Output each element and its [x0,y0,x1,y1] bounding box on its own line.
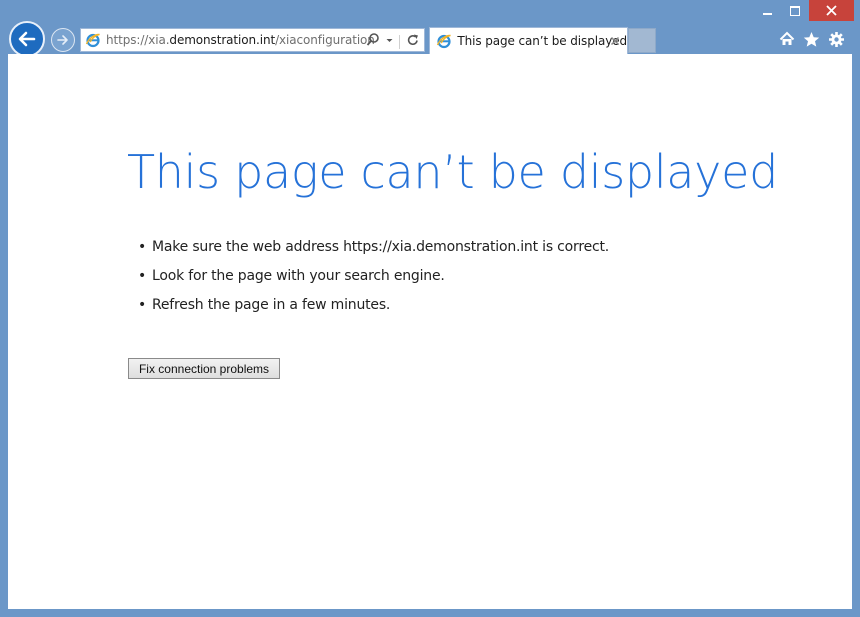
forward-arrow-icon [57,35,68,45]
home-icon[interactable] [777,29,797,49]
address-bar-tools [366,32,420,52]
url-path: /xiaconfiguration [275,33,375,47]
list-item: • Make sure the web address https://xia.d… [138,237,610,266]
close-window-icon [826,5,837,16]
browser-window: https://xia.demonstration.int/xiaconfigu… [0,0,860,617]
bullet: • [138,297,147,313]
internet-explorer-icon [82,29,104,51]
gear-icon[interactable] [826,29,846,49]
refresh-icon[interactable] [406,32,420,52]
internet-explorer-icon [433,30,454,52]
bullet: • [138,239,147,255]
chevron-down-icon[interactable] [386,32,393,52]
tip-text: Refresh the page in a few minutes. [152,297,391,313]
search-icon[interactable] [366,32,380,52]
list-item: • Look for the page with your search engi… [138,266,609,295]
address-bar[interactable]: https://xia.demonstration.int/xiaconfigu… [80,28,425,52]
bullet: • [138,268,147,284]
minimize-button[interactable] [754,0,780,22]
tip-text: Look for the page with your search engin… [152,268,445,284]
url-text: https://xia.demonstration.int/xiaconfigu… [106,33,375,47]
url-prefix: https://xia. [106,33,170,47]
tips-list: • Make sure the web address https://xia.d… [138,237,610,324]
address-divider [399,35,400,49]
star-icon[interactable] [801,29,821,49]
forward-button[interactable] [51,28,75,52]
back-button[interactable] [9,21,45,57]
close-window-button[interactable] [809,0,854,21]
tab-title: This page can’t be displayed [457,34,627,48]
maximize-icon [790,6,800,16]
url-host: demonstration.int [169,33,276,47]
back-arrow-icon [18,31,36,47]
list-item: • Refresh the page in a few minutes. [138,295,609,324]
page-title: This page can’t be displayed [127,145,779,199]
tip-text: Make sure the web address https://xia.de… [152,239,610,255]
maximize-button[interactable] [782,0,808,22]
new-tab-button[interactable] [628,28,656,53]
minimize-icon [762,13,772,15]
fix-connection-problems-button[interactable]: Fix connection problems [128,358,280,379]
page-content: This page can’t be displayed • Make sure … [8,54,852,609]
tab-current[interactable]: This page can’t be displayed [429,27,628,54]
close-icon[interactable] [608,34,622,48]
